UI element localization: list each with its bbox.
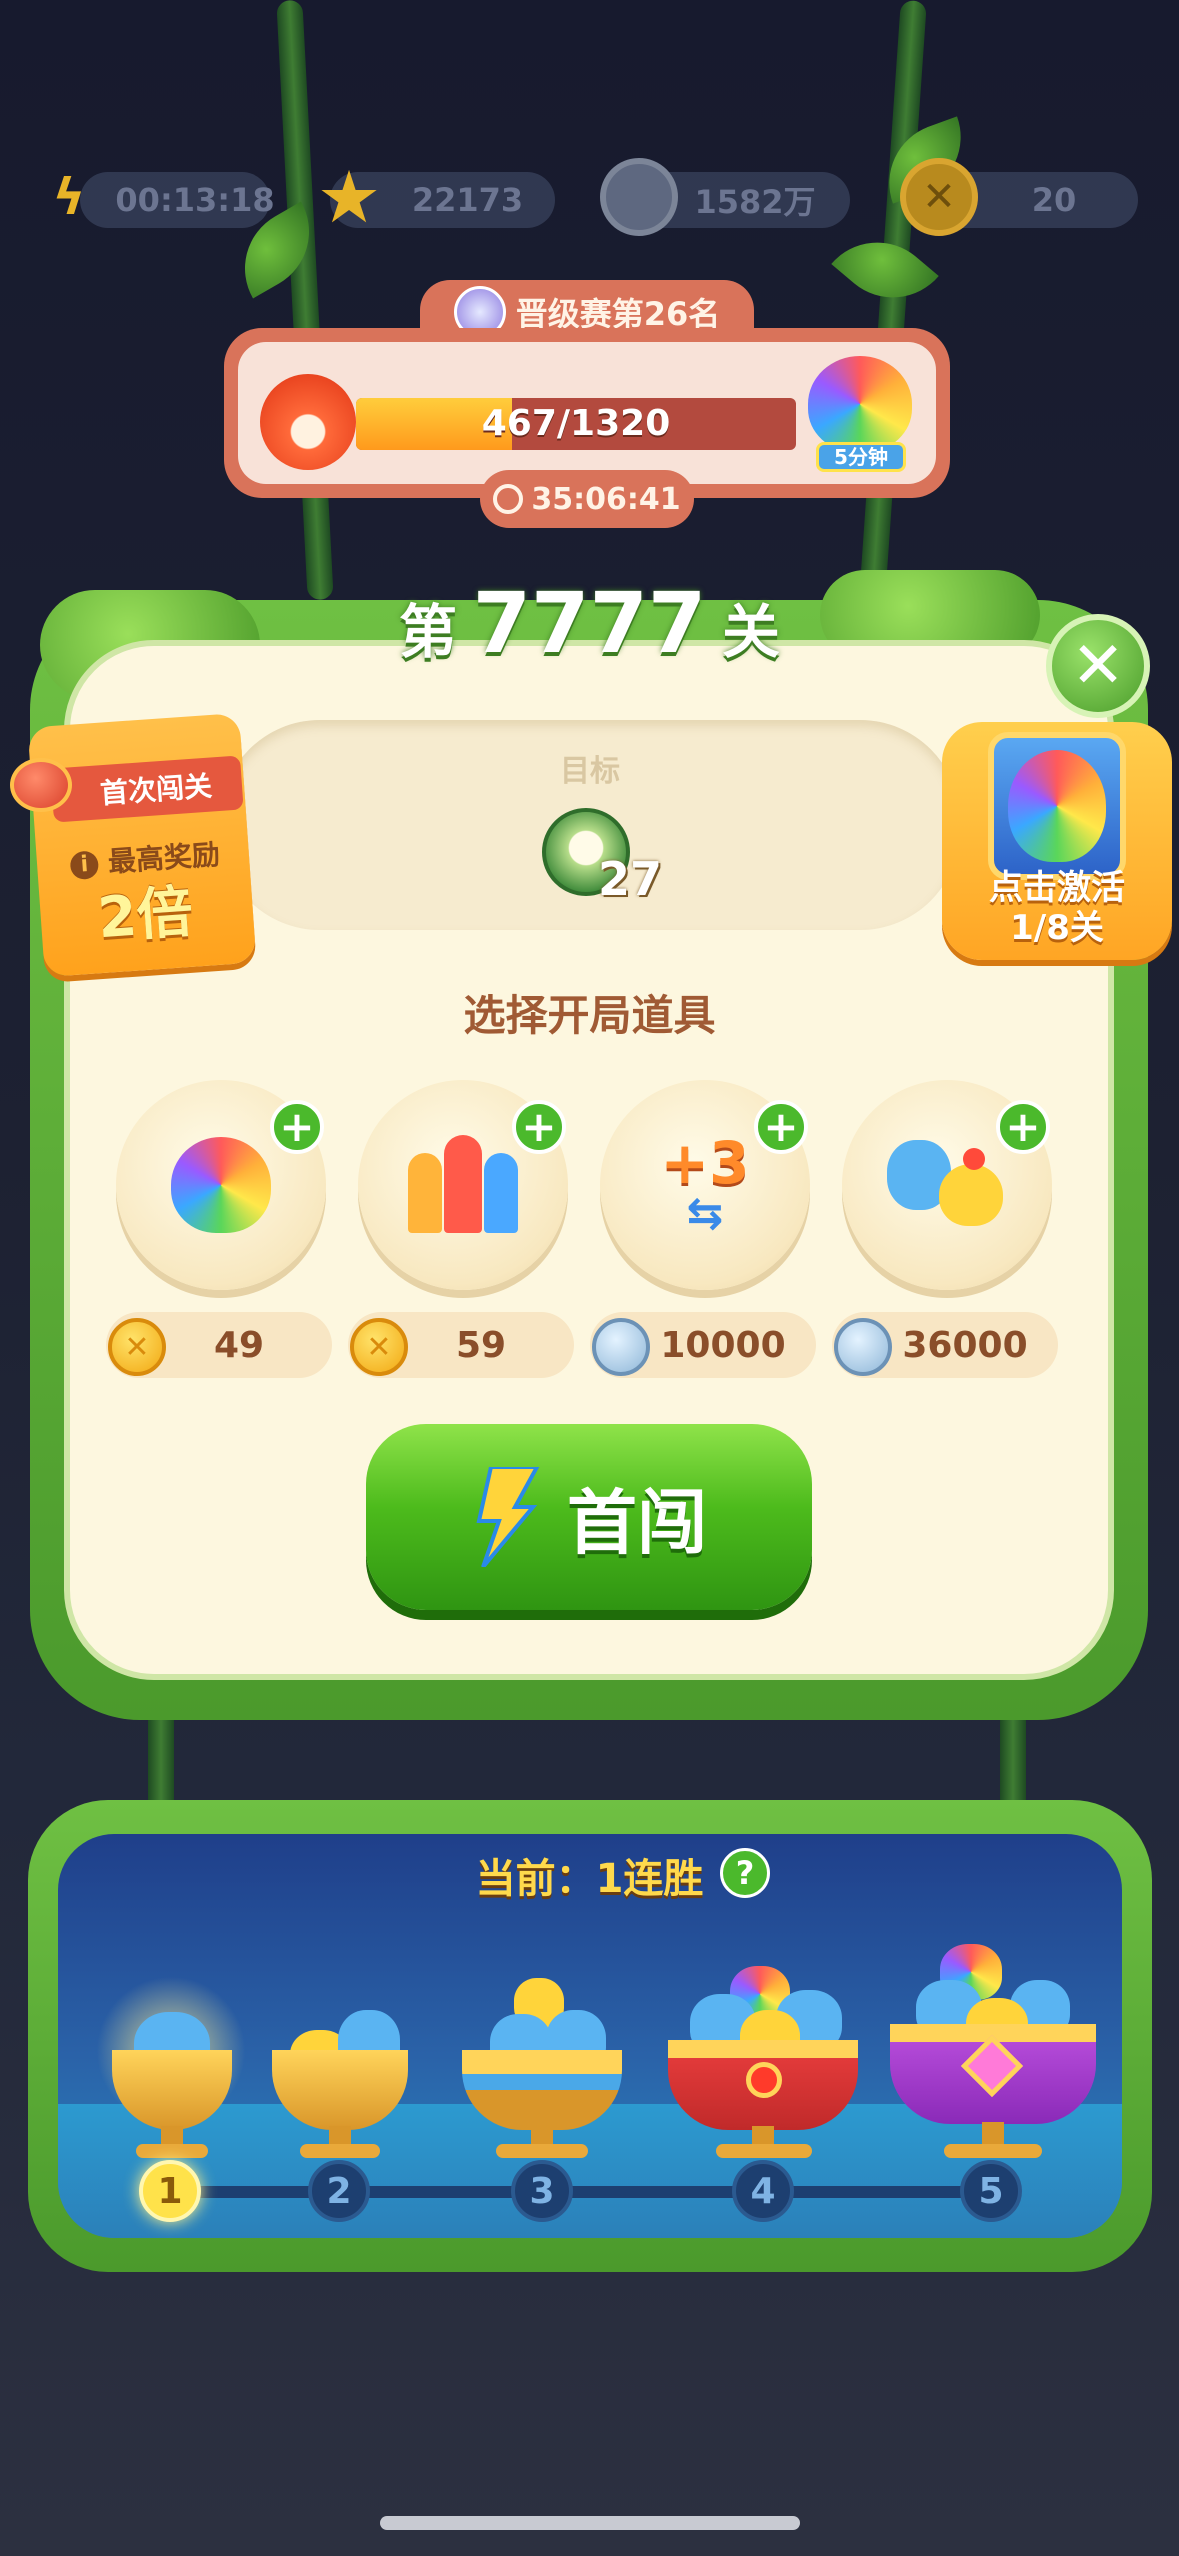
activate-card — [988, 732, 1126, 880]
streak-title: 当前：1连胜 — [475, 1856, 704, 1902]
cup-3-base — [496, 2144, 588, 2158]
clock-icon — [493, 484, 524, 514]
streak-node-1[interactable]: 1 — [139, 2160, 201, 2222]
streak-node-label: 3 — [529, 2170, 555, 2212]
streak-track — [160, 2186, 1000, 2198]
silver-coin-icon — [592, 1318, 650, 1376]
streak-node-label: 2 — [326, 2170, 352, 2212]
ruby-gem-icon — [746, 2062, 782, 2098]
cup-5-base — [944, 2144, 1042, 2158]
streak-node-5[interactable]: 5 — [960, 2160, 1022, 2222]
cup-3[interactable] — [462, 2050, 622, 2130]
booster-1-price-text: 49 — [213, 1324, 265, 1366]
streak-node-label: 1 — [157, 2170, 183, 2212]
lightning-icon: ϟ — [52, 168, 86, 226]
level-title: 第 7777 关 — [0, 574, 1179, 672]
gold-coin-icon: ✕ — [108, 1318, 166, 1376]
home-indicator[interactable] — [380, 2516, 800, 2530]
add-booster-2-button[interactable]: + — [512, 1100, 566, 1154]
rainbow-owl-reward-icon — [808, 356, 912, 452]
booster-2-price-text: 59 — [455, 1324, 507, 1366]
gold-coin-icon: ✕ — [350, 1318, 408, 1376]
first-play-button[interactable]: 首闯 — [366, 1424, 812, 1610]
cup-1-base — [136, 2144, 208, 2158]
streak-node-3[interactable]: 3 — [511, 2160, 573, 2222]
add-booster-1-button[interactable]: + — [270, 1100, 324, 1154]
star-icon: ★ — [316, 155, 382, 239]
help-icon: ? — [735, 1854, 755, 1892]
booster-3-price-text: 10000 — [660, 1324, 786, 1366]
first-play-label: 首闯 — [567, 1481, 707, 1564]
fox-avatar — [260, 374, 356, 470]
activate-line2: 1/8关 — [1010, 908, 1104, 948]
countdown-text: 35:06:41 — [531, 481, 681, 517]
silver-coin-icon — [834, 1318, 892, 1376]
rank-progress-text: 467/1320 — [481, 403, 671, 444]
level-prefix: 第 — [399, 598, 458, 666]
rockets-icon — [408, 1135, 518, 1235]
add-booster-4-button[interactable]: + — [996, 1100, 1050, 1154]
goal-count: 27 — [598, 852, 663, 906]
plus-three-swap-icon: +3 ⇆ — [660, 1129, 750, 1239]
countdown-timer: 35:06:41 — [480, 470, 694, 528]
first-clear-multiplier: 2倍 — [95, 879, 195, 952]
streak-node-2[interactable]: 2 — [308, 2160, 370, 2222]
cup-2-base — [300, 2144, 380, 2158]
streak-node-label: 4 — [750, 2170, 776, 2212]
goal-label: 目标 — [560, 754, 620, 789]
close-icon: ✕ — [1071, 629, 1125, 703]
rainbow-owl-icon — [171, 1137, 271, 1233]
cup-4-base — [716, 2144, 812, 2158]
silver-coin-icon — [600, 158, 678, 236]
level-suffix: 关 — [721, 598, 780, 666]
booster-4-price-text: 36000 — [902, 1324, 1028, 1366]
gold-coins-text: 20 — [1031, 181, 1077, 219]
lightning-icon — [471, 1465, 541, 1569]
rainbow-owl-icon — [1008, 750, 1106, 862]
blob-chick-icon — [887, 1140, 1007, 1230]
level-number: 7777 — [472, 574, 707, 672]
gold-coin-icon: ✕ — [900, 158, 978, 236]
energy-timer[interactable]: 00:13:18 — [80, 172, 275, 228]
close-button[interactable]: ✕ — [1046, 614, 1150, 718]
boosters-title: 选择开局道具 — [463, 991, 716, 1040]
reward-time-badge: 5分钟 — [816, 442, 906, 472]
streak-node-label: 5 — [978, 2170, 1004, 2212]
help-button[interactable]: ? — [720, 1848, 770, 1898]
rank-progress-bar: 467/1320 — [356, 398, 796, 450]
cup-5-stem — [982, 2122, 1004, 2144]
first-clear-title: 首次闯关 — [99, 769, 214, 811]
teapot-icon — [10, 758, 72, 812]
add-booster-3-button[interactable]: + — [754, 1100, 808, 1154]
streak-node-4[interactable]: 4 — [732, 2160, 794, 2222]
